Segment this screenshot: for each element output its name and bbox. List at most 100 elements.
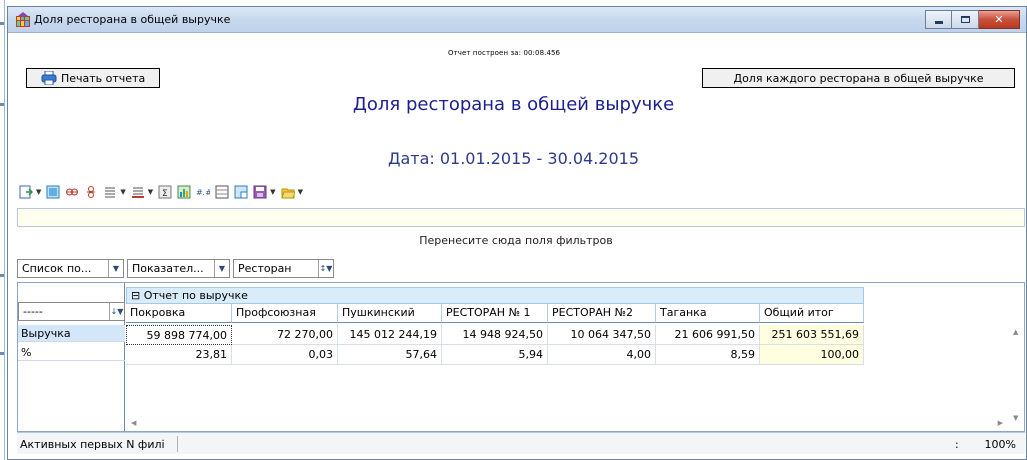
scroll-up-icon[interactable]: ▲ (1013, 328, 1018, 336)
sum-icon: Σ (158, 185, 172, 199)
grid-button[interactable] (215, 185, 229, 199)
open-button[interactable]: ▼ (280, 185, 303, 199)
align-icon (105, 187, 116, 198)
app-icon (16, 12, 30, 27)
filter-drop-area[interactable] (17, 208, 1025, 227)
status-divider (177, 436, 178, 452)
field-restaurant-button[interactable]: Ресторан ↕▼ (233, 259, 334, 278)
scroll-left-icon[interactable]: ◀ (131, 419, 136, 427)
sum-button[interactable]: Σ (158, 185, 172, 199)
open-folder-icon (280, 188, 295, 199)
export-button[interactable]: ▼ (19, 185, 41, 199)
scroll-down-icon[interactable]: ▼ (1013, 414, 1018, 422)
report-date-range: Дата: 01.01.2015 - 30.04.2015 (387, 149, 640, 168)
unlink-icon (87, 186, 96, 198)
table-cell[interactable]: 57,64 (338, 345, 442, 365)
print-report-label: Печать отчета (61, 71, 146, 85)
number-format-icon: #.# (196, 188, 210, 197)
row-field-button[interactable]: ----- ↓▼ (18, 302, 125, 321)
table-cell[interactable]: 59 898 774,00 (126, 325, 232, 345)
chevron-down-icon[interactable]: ▼ (214, 260, 229, 277)
row-header-area: ----- ↓▼ Выручка % (18, 283, 125, 431)
link-icon (66, 188, 79, 196)
field-list-label: Список по... (22, 262, 92, 275)
column-header-grand-total[interactable]: Общий итог (760, 304, 864, 323)
chart-button[interactable] (177, 185, 191, 199)
print-report-button[interactable]: Печать отчета (26, 68, 160, 88)
maximize-icon (952, 11, 978, 28)
sort-icon[interactable]: ↓▼ (109, 303, 124, 320)
table-cell[interactable]: 23,81 (126, 345, 232, 365)
table-cell[interactable]: 4,00 (548, 345, 656, 365)
chevron-down-icon[interactable]: ▼ (108, 260, 123, 277)
window-title: Доля ресторана в общей выручке (34, 13, 231, 26)
restaurant-share-label: Доля каждого ресторана в общей выручке (733, 71, 984, 85)
border-button[interactable]: ▼ (131, 185, 153, 199)
collapse-icon[interactable]: ⊟ (131, 289, 140, 302)
filter-button[interactable] (234, 185, 248, 199)
printer-icon (41, 71, 57, 85)
svg-text:#.#: #.# (196, 188, 210, 197)
column-header-pushkinsky[interactable]: Пушкинский (338, 304, 442, 323)
table-cell[interactable]: 72 270,00 (232, 325, 338, 345)
border-icon (131, 187, 144, 198)
row-header-percent[interactable]: % (18, 344, 125, 361)
field-indicator-button[interactable]: Показател... ▼ (127, 259, 230, 278)
unlink-button[interactable] (84, 185, 98, 199)
report-title: Доля ресторана в общей выручке (352, 94, 675, 115)
restaurant-share-button[interactable]: Доля каждого ресторана в общей выручке (702, 68, 1015, 88)
table-cell[interactable]: 10 064 347,50 (548, 325, 656, 345)
status-bar: Активных первых N филі : 100% (17, 432, 1025, 454)
column-header-restaurant-1[interactable]: РЕСТОРАН № 1 (442, 304, 548, 323)
sort-icon[interactable]: ↕▼ (318, 260, 333, 277)
table-cell-total[interactable]: 251 603 551,69 (760, 325, 864, 345)
align-button[interactable]: ▼ (103, 185, 126, 199)
window-controls: ✕ (925, 10, 1020, 29)
field-restaurant-label: Ресторан (238, 262, 292, 275)
filter-drop-hint: Перенесите сюда поля фильтров (419, 234, 613, 247)
field-indicator-label: Показател... (132, 262, 204, 275)
column-header-profsoyuznaya[interactable]: Профсоюзная (232, 304, 338, 323)
pivot-toolbar: ▼ ▼ ▼ Σ #.# ▼ ▼ (19, 183, 308, 201)
export-icon (19, 185, 33, 199)
report-column-header-label: Отчет по выручке (143, 289, 248, 302)
filter-icon (234, 185, 248, 199)
save-icon (253, 185, 267, 199)
table-cell[interactable]: 21 606 991,50 (656, 325, 760, 345)
close-button[interactable]: ✕ (979, 10, 1020, 29)
column-header-taganka[interactable]: Таганка (656, 304, 760, 323)
scroll-right-icon[interactable]: ▶ (998, 419, 1003, 427)
svg-text:Σ: Σ (162, 189, 168, 199)
report-column-header[interactable]: ⊟ Отчет по выручке (126, 287, 864, 304)
row-header-revenue[interactable]: Выручка (18, 325, 125, 342)
close-icon: ✕ (994, 13, 1004, 26)
table-layout-icon (46, 185, 60, 199)
column-header-pokrovka[interactable]: Покровка (126, 304, 232, 323)
table-layout-button[interactable] (46, 185, 60, 199)
column-header-restaurant-2[interactable]: РЕСТОРАН №2 (548, 304, 656, 323)
status-colon: : (955, 438, 959, 451)
chart-icon (177, 185, 191, 199)
save-button[interactable]: ▼ (253, 185, 276, 199)
table-cell[interactable]: 8,59 (656, 345, 760, 365)
table-cell-total[interactable]: 100,00 (760, 345, 864, 365)
number-format-button[interactable]: #.# (196, 185, 210, 199)
report-build-time: Отчет построен за: 00:08.456 (448, 49, 561, 57)
table-cell[interactable]: 0,03 (232, 345, 338, 365)
zoom-level[interactable]: 100% (985, 438, 1016, 451)
table-cell[interactable]: 14 948 924,50 (442, 325, 548, 345)
pivot-grid: ----- ↓▼ Выручка % ⊟ Отчет по выручке По… (17, 282, 1025, 432)
vertical-scrollbar[interactable]: ▲ ▼ (1009, 322, 1025, 430)
minimize-icon (926, 11, 951, 28)
minimize-button[interactable] (925, 10, 952, 29)
maximize-button[interactable] (952, 10, 979, 29)
title-bar[interactable]: Доля ресторана в общей выручке ✕ (8, 7, 1026, 33)
field-list-button[interactable]: Список по... ▼ (17, 259, 124, 278)
grid-icon (215, 185, 229, 199)
table-cell[interactable]: 5,94 (442, 345, 548, 365)
table-cell[interactable]: 145 012 244,19 (338, 325, 442, 345)
horizontal-scrollbar[interactable]: ◀ ▶ (125, 419, 1009, 431)
status-active-filters: Активных первых N филі (20, 438, 165, 451)
link-button[interactable] (65, 185, 79, 199)
row-field-label: ----- (23, 305, 43, 318)
